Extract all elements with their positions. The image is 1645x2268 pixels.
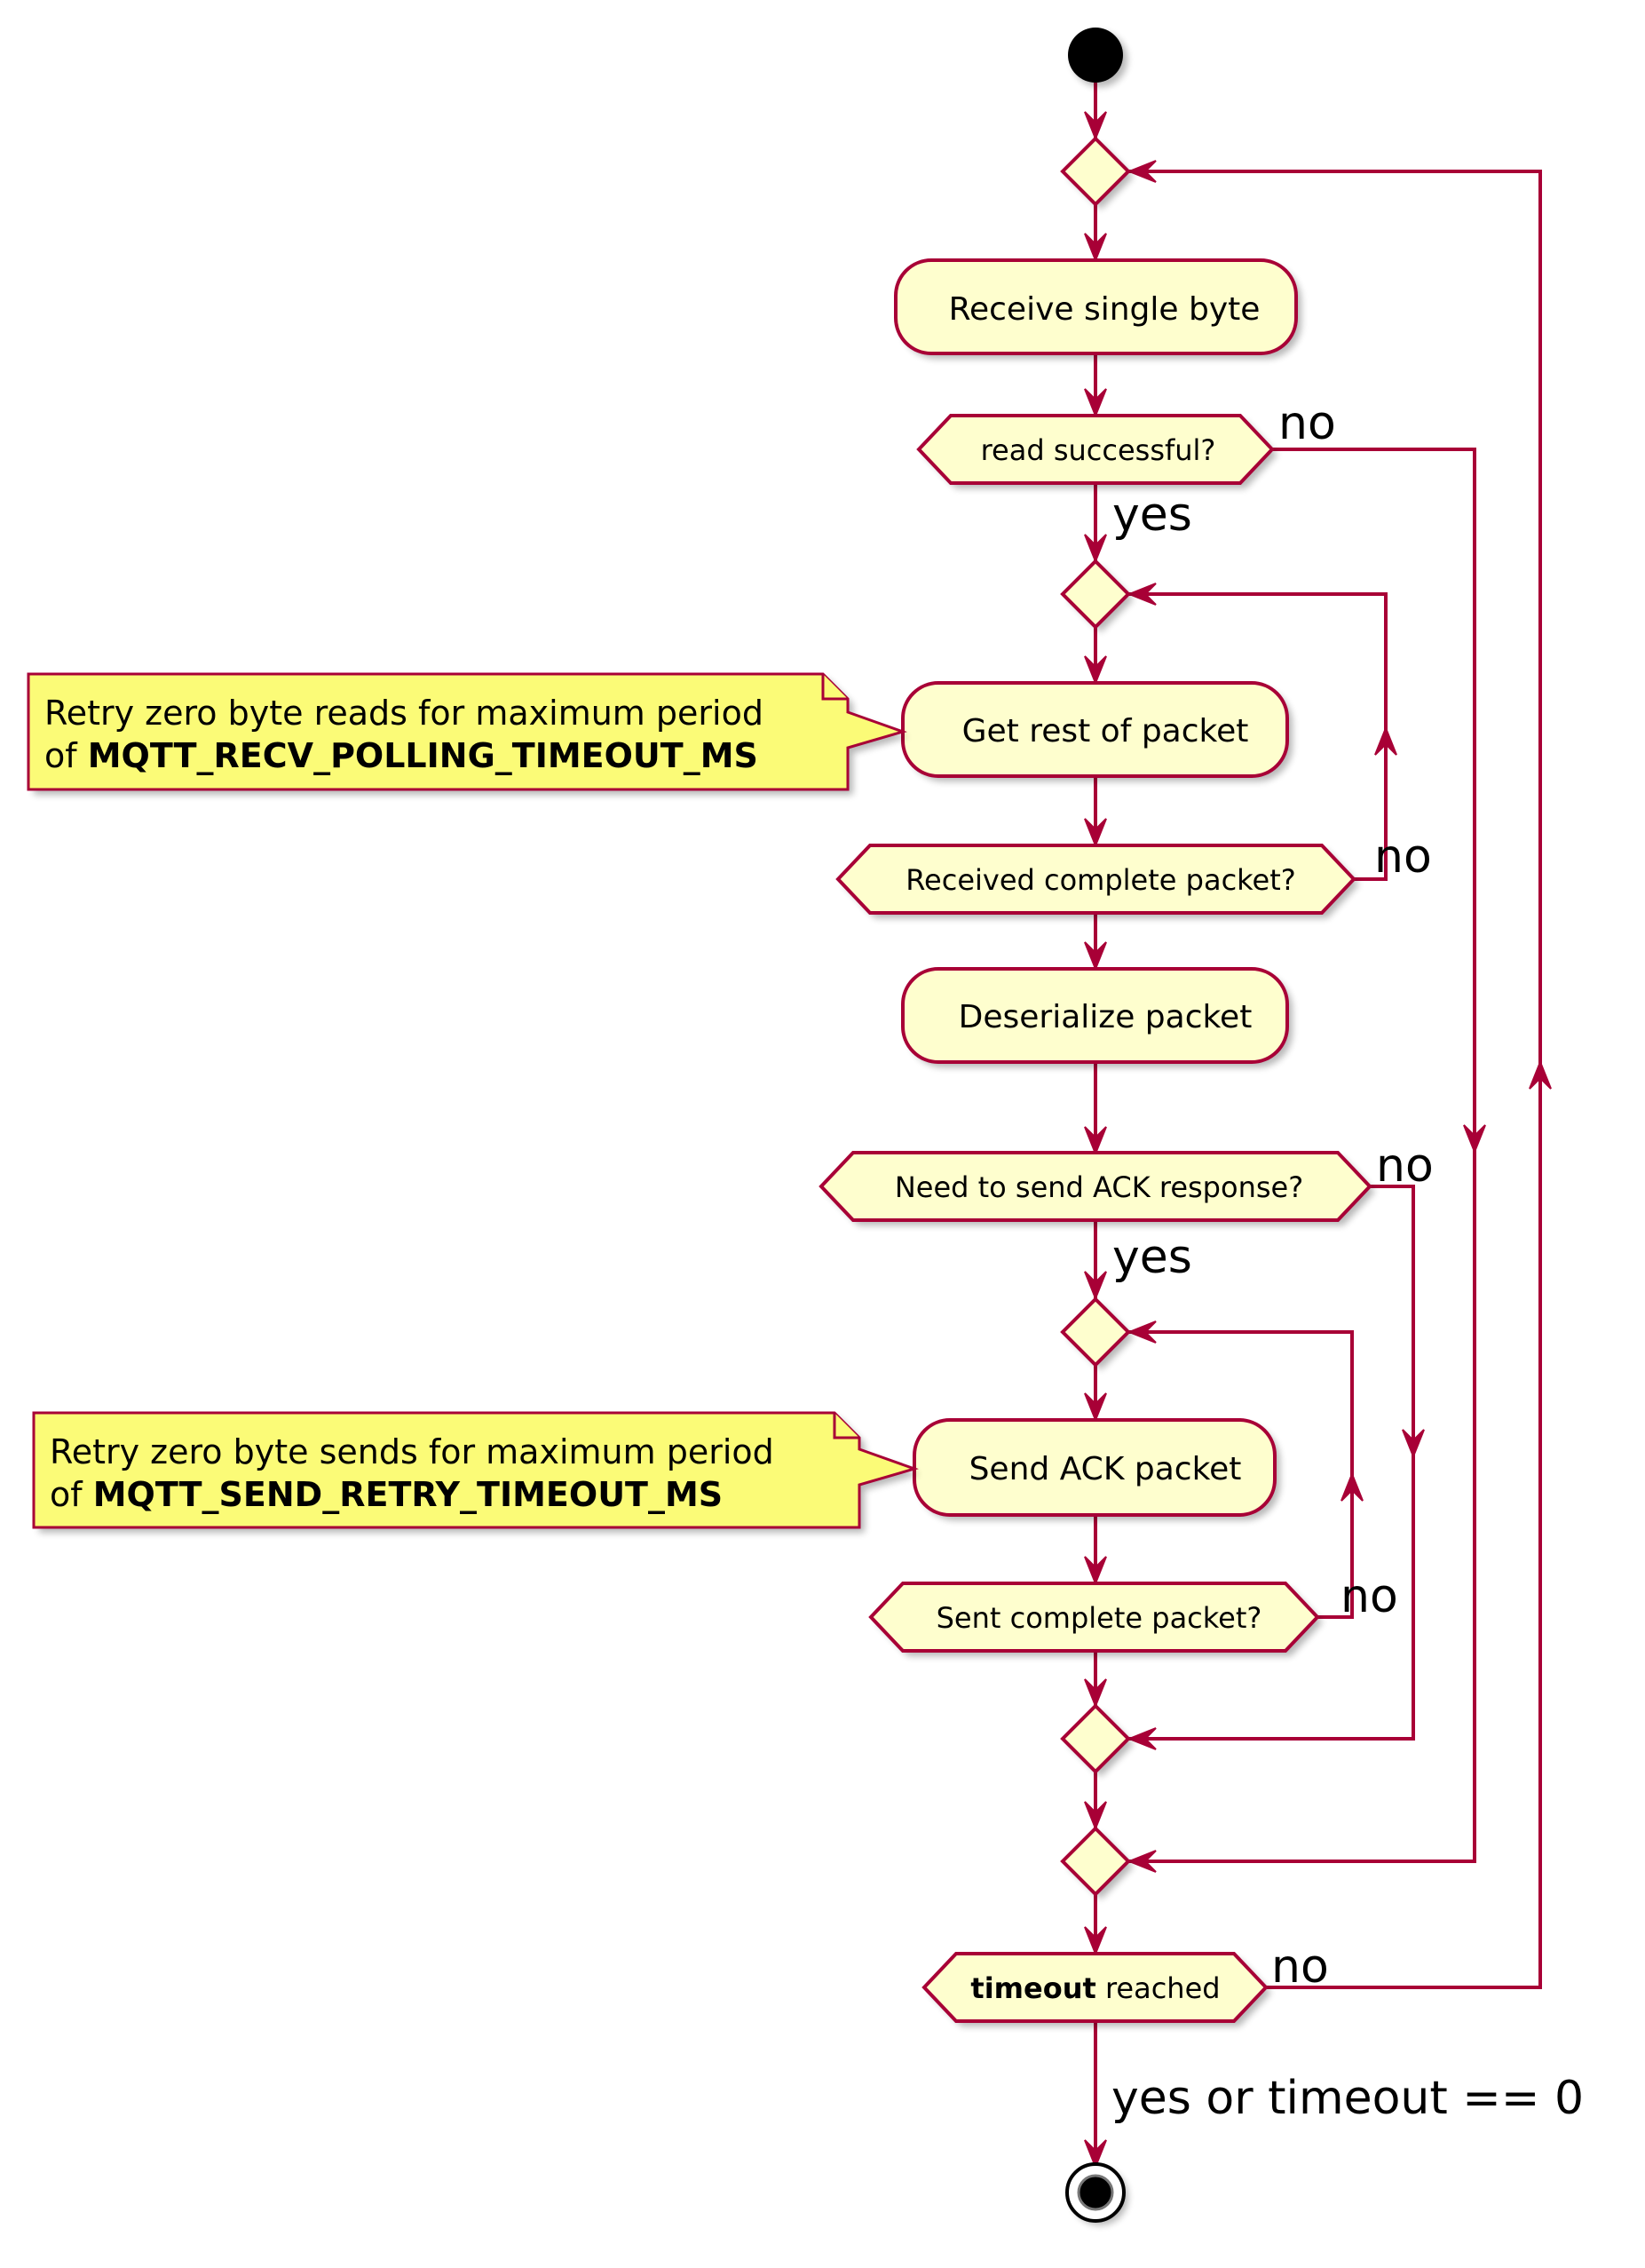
timeout-rest-text: reached [1096,1971,1221,2005]
end-node-dot [1077,2174,1114,2211]
edge-label-timeout-no: no [1271,1940,1329,1994]
activity-get-rest-label: Get rest of packet [962,713,1249,749]
merge-recv-loop-shape [1060,559,1131,630]
note-recv-line1: Retry zero byte reads for maximum period [44,694,763,733]
merge-send-loop [1060,1297,1134,1370]
note-recv-constant: MQTT_RECV_POLLING_TIMEOUT_MS [88,736,758,775]
edge-label-ack-yes: yes [1112,1231,1192,1284]
nodes [27,28,1375,2225]
activity-deserialize-label: Deserialize packet [959,999,1253,1035]
edge-label-recv-no: no [1374,830,1432,884]
end-node [1065,2162,1128,2225]
note-send-retry [32,1411,920,1533]
note-recv-line2: of MQTT_RECV_POLLING_TIMEOUT_MS [44,736,758,775]
decision-need-ack-label: Need to send ACK response? [895,1170,1303,1204]
note-send-prefix: of [50,1475,93,1514]
note-send-line2: of MQTT_SEND_RETRY_TIMEOUT_MS [50,1475,723,1514]
merge-ack-shape [1060,1703,1131,1774]
decision-sent-complete-label: Sent complete packet? [937,1601,1262,1635]
decision-read-successful-label: read successful? [981,433,1216,467]
merge-read-shape [1060,1826,1131,1897]
decision-timeout-reached-label: timeout reached [970,1971,1220,2005]
timeout-bold-word: timeout [970,1971,1095,2005]
edge-label-read-yes: yes [1112,488,1192,542]
start-node [1068,28,1127,87]
edge-label-read-no: no [1278,397,1336,450]
merge-outer-shape [1060,136,1131,207]
merge-send-loop-shape [1060,1297,1131,1368]
note-recv-prefix: of [44,736,88,775]
note-send-line1: Retry zero byte sends for maximum period [50,1432,774,1471]
activity-diagram: no yes no no yes no no yes or timeout ==… [27,28,1584,2225]
edge-label-ack-no: no [1376,1139,1434,1193]
merge-read [1060,1826,1134,1899]
activity-send-ack-label: Send ACK packet [969,1451,1242,1487]
edge-labels: no yes no no yes no no yes or timeout ==… [1111,397,1584,2125]
start-node-circle [1068,28,1123,83]
merge-outer [1060,136,1134,210]
merge-ack [1060,1703,1134,1777]
merge-recv-loop [1060,559,1134,632]
edge-label-timeout-yes: yes or timeout == 0 [1111,2072,1584,2125]
edge-label-sent-no: no [1341,1570,1398,1623]
note-send-constant: MQTT_SEND_RETRY_TIMEOUT_MS [93,1475,723,1514]
decision-received-complete-label: Received complete packet? [906,863,1296,897]
note-recv-polling [27,672,908,795]
note-recv-polling-fold [821,674,848,701]
edges [1084,83,1552,2169]
activity-receive-single-byte-label: Receive single byte [949,291,1261,328]
